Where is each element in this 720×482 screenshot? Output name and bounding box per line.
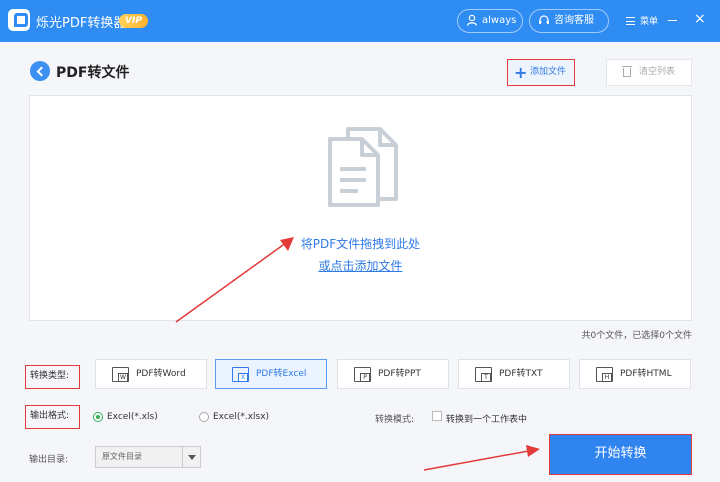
convert-type-txt[interactable]: T PDF转TXT bbox=[458, 359, 570, 389]
drop-hint: 将PDF文件拖拽到此处 bbox=[300, 237, 421, 251]
html-file-icon: H bbox=[596, 367, 613, 382]
format-radio-xls[interactable]: Excel(*.xls) bbox=[93, 412, 158, 423]
output-dir-label: 输出目录: bbox=[29, 455, 69, 465]
headset-icon bbox=[539, 15, 549, 24]
convert-type-label-excel: PDF转Excel bbox=[256, 369, 307, 379]
minimize-button[interactable] bbox=[668, 20, 677, 21]
single-sheet-label: 转换到一个工作表中 bbox=[446, 415, 528, 425]
convert-type-ppt[interactable]: P PDF转PPT bbox=[337, 359, 449, 389]
customer-service-button[interactable]: 咨询客服 bbox=[529, 9, 609, 33]
convert-type-label-txt: PDF转TXT bbox=[499, 369, 543, 379]
menu-button[interactable]: 菜单 bbox=[626, 14, 658, 27]
click-to-add-link[interactable]: 或点击添加文件 bbox=[30, 257, 691, 274]
radio-checked-icon bbox=[93, 412, 103, 422]
app-logo-icon bbox=[8, 9, 30, 31]
output-dir-select[interactable]: 原文件目录 bbox=[95, 446, 201, 468]
convert-type-label-ppt: PDF转PPT bbox=[378, 369, 421, 379]
single-sheet-checkbox[interactable] bbox=[432, 411, 442, 421]
menu-label: 菜单 bbox=[640, 17, 659, 27]
radio-unchecked-icon bbox=[199, 412, 209, 422]
close-button[interactable]: × bbox=[694, 12, 706, 26]
convert-mode-label: 转换模式: bbox=[375, 415, 415, 425]
convert-type-label: 转换类型: bbox=[25, 365, 80, 389]
clear-list-button[interactable]: 清空列表 bbox=[606, 59, 692, 86]
convert-type-label-html: PDF转HTML bbox=[620, 369, 672, 379]
plus-icon: + bbox=[514, 63, 528, 82]
chevron-down-icon bbox=[182, 447, 200, 467]
convert-type-label-word: PDF转Word bbox=[136, 369, 186, 379]
app-title: 烁光PDF转换器 bbox=[36, 16, 127, 31]
txt-file-icon: T bbox=[475, 367, 492, 382]
user-account-button[interactable]: always bbox=[457, 9, 523, 33]
clear-list-label: 清空列表 bbox=[639, 67, 676, 77]
format-xlsx-label: Excel(*.xlsx) bbox=[213, 412, 270, 422]
annotation-arrow-start bbox=[423, 445, 540, 471]
output-dir-value: 原文件目录 bbox=[102, 452, 142, 461]
menu-icon bbox=[626, 17, 635, 25]
page-title: PDF转文件 bbox=[56, 65, 130, 81]
start-convert-button[interactable]: 开始转换 bbox=[549, 434, 692, 475]
user-icon bbox=[466, 14, 478, 26]
customer-service-label: 咨询客服 bbox=[554, 15, 594, 26]
ppt-file-icon: P bbox=[354, 367, 371, 382]
add-file-label: 添加文件 bbox=[530, 67, 567, 77]
vip-badge[interactable]: VIP bbox=[119, 14, 148, 28]
excel-file-icon: X bbox=[232, 367, 249, 382]
convert-type-html[interactable]: H PDF转HTML bbox=[579, 359, 691, 389]
output-format-label: 输出格式: bbox=[25, 405, 80, 429]
user-name: always bbox=[482, 15, 517, 26]
add-file-button[interactable]: + 添加文件 bbox=[507, 59, 575, 86]
file-count-status: 共0个文件，已选择0个文件 bbox=[581, 331, 692, 341]
convert-type-word[interactable]: W PDF转Word bbox=[95, 359, 207, 389]
title-bar: 烁光PDF转换器 VIP always 咨询客服 菜单 × bbox=[0, 0, 720, 42]
documents-icon bbox=[328, 127, 398, 207]
trash-icon bbox=[622, 66, 632, 77]
format-xls-label: Excel(*.xls) bbox=[107, 412, 158, 422]
format-radio-xlsx[interactable]: Excel(*.xlsx) bbox=[199, 412, 269, 423]
convert-type-excel[interactable]: X PDF转Excel bbox=[215, 359, 327, 389]
back-button[interactable] bbox=[30, 61, 50, 81]
word-file-icon: W bbox=[112, 367, 129, 382]
file-drop-zone[interactable]: 将PDF文件拖拽到此处 或点击添加文件 bbox=[29, 95, 692, 321]
